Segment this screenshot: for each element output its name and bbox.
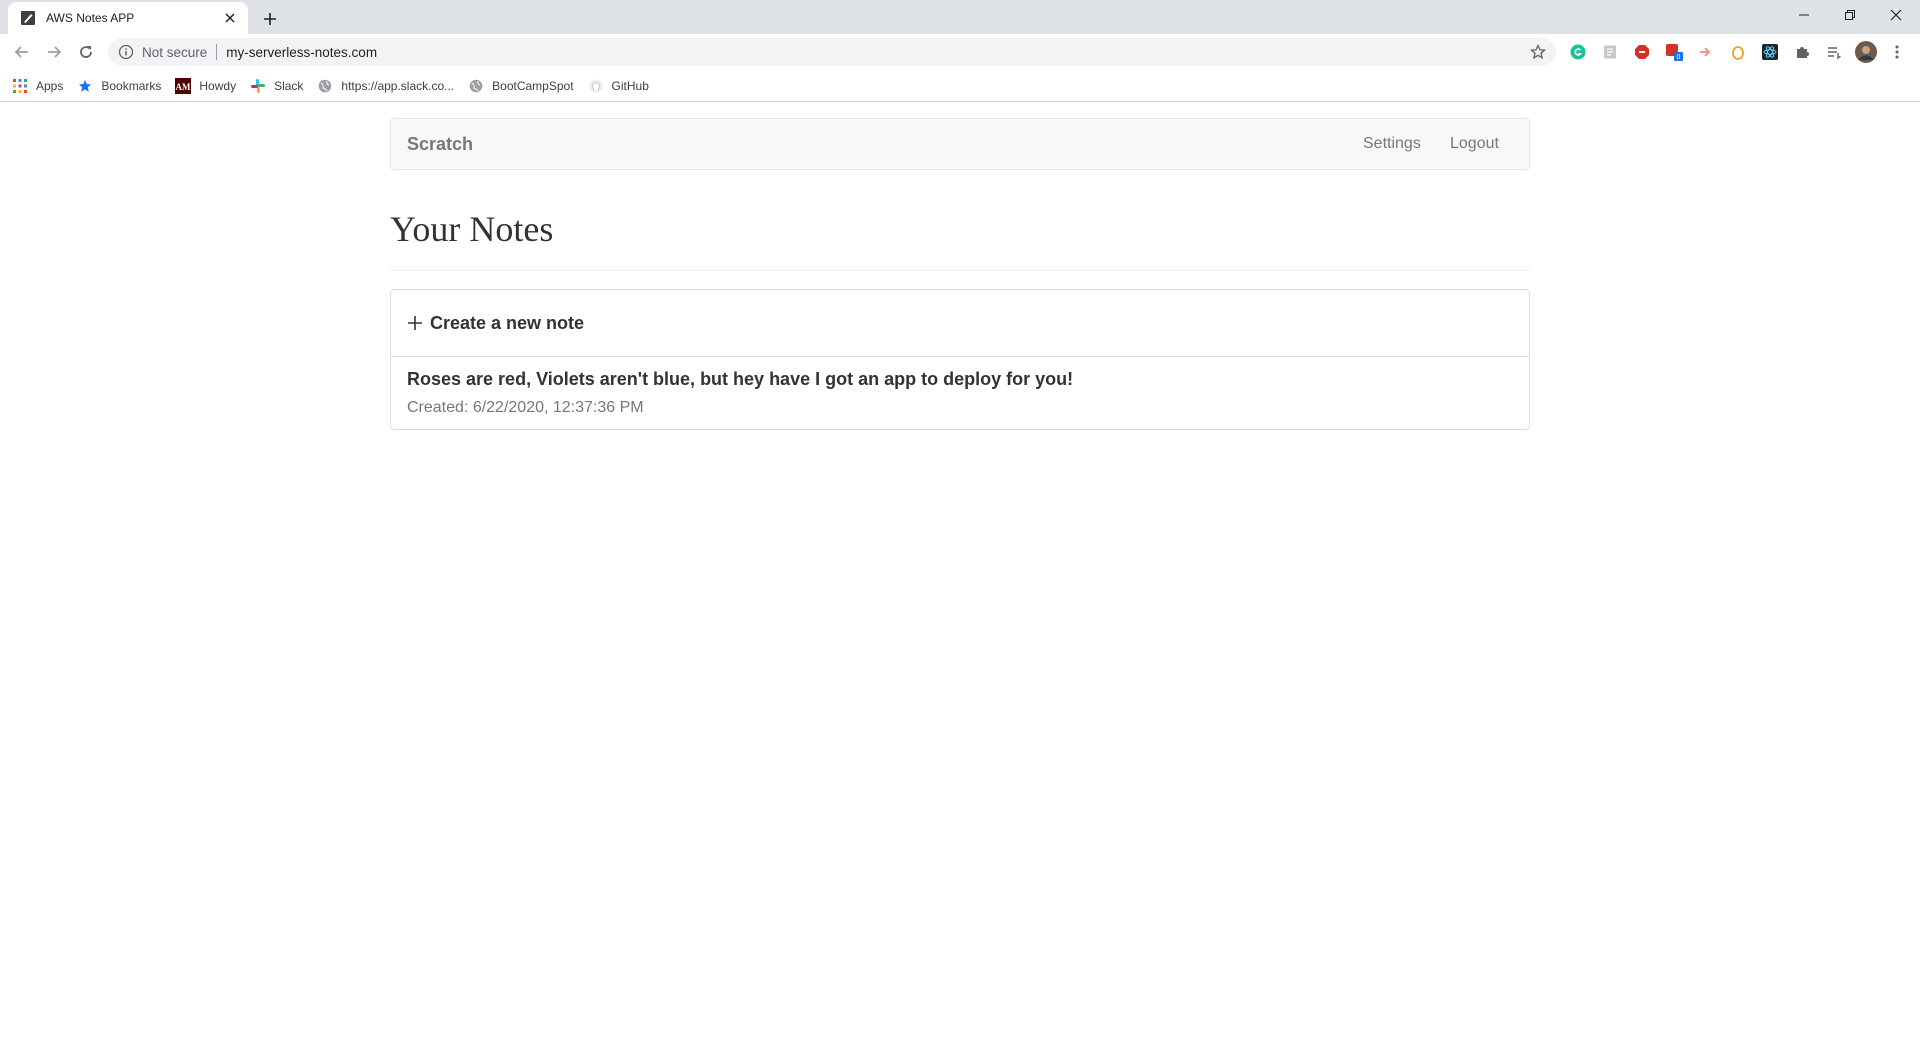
- browser-toolbar: Not secure my-serverless-notes.com 0: [0, 34, 1920, 70]
- bookmark-label: Slack: [274, 78, 304, 93]
- bookmark-github[interactable]: GitHub: [588, 74, 649, 98]
- globe-icon: [317, 78, 333, 94]
- omnibox-divider: [216, 44, 218, 60]
- reload-icon[interactable]: [72, 38, 100, 66]
- bookmarks-bar: Apps Bookmarks AM Howdy Slack https://ap…: [0, 70, 1920, 102]
- security-status[interactable]: Not secure: [142, 45, 207, 60]
- honey-extension-icon[interactable]: [1729, 43, 1747, 61]
- browser-tab[interactable]: AWS Notes APP: [8, 2, 248, 34]
- window-close-icon[interactable]: [1873, 0, 1919, 30]
- bookmark-bookmarks[interactable]: Bookmarks: [77, 74, 161, 98]
- page-title: Your Notes: [390, 209, 554, 249]
- bookmark-label: Bookmarks: [101, 78, 162, 93]
- bookmark-label: BootCampSpot: [492, 78, 574, 93]
- adblock-icon[interactable]: [1633, 43, 1651, 61]
- restore-icon[interactable]: [1827, 0, 1873, 30]
- tab-strip: AWS Notes APP: [0, 0, 1920, 34]
- bookmark-label: GitHub: [611, 78, 649, 93]
- badge-extension-icon[interactable]: 0: [1665, 43, 1683, 61]
- brand-link[interactable]: Scratch: [407, 134, 473, 155]
- bookmark-slack[interactable]: Slack: [250, 74, 303, 98]
- create-note-item[interactable]: Create a new note: [391, 290, 1529, 357]
- kebab-menu-icon[interactable]: [1888, 43, 1906, 61]
- profile-avatar[interactable]: [1855, 41, 1877, 63]
- back-arrow-icon[interactable]: [8, 38, 36, 66]
- bookmark-star-icon[interactable]: [1529, 43, 1547, 60]
- url-text[interactable]: my-serverless-notes.com: [226, 45, 377, 60]
- slack-icon: [250, 78, 266, 94]
- notes-list: Create a new note Roses are red, Violets…: [390, 289, 1530, 430]
- create-note-label: Create a new note: [430, 313, 585, 333]
- grammarly-icon[interactable]: [1569, 43, 1587, 61]
- forward-arrow-icon[interactable]: [40, 38, 68, 66]
- page-header: Your Notes: [390, 186, 1530, 271]
- globe-icon: [468, 78, 484, 94]
- apps-grid-icon: [12, 78, 28, 94]
- page-viewport: Scratch Settings Logout Your Notes Creat…: [0, 103, 1920, 1041]
- bookmark-label: Apps: [36, 78, 64, 93]
- bookmark-slack-app[interactable]: https://app.slack.co...: [317, 74, 454, 98]
- bookmark-label: https://app.slack.co...: [341, 78, 455, 93]
- note-list-item[interactable]: Roses are red, Violets aren't blue, but …: [391, 357, 1529, 429]
- extension-page-icon[interactable]: [1601, 43, 1619, 61]
- bookmark-label: Howdy: [199, 78, 237, 93]
- info-icon[interactable]: [118, 44, 134, 60]
- svg-text:0: 0: [1677, 54, 1681, 61]
- close-icon[interactable]: [222, 10, 238, 26]
- react-devtools-icon[interactable]: [1761, 43, 1779, 61]
- bookmark-bootcampspot[interactable]: BootCampSpot: [468, 74, 574, 98]
- arrow-extension-icon[interactable]: [1697, 43, 1715, 61]
- pencil-note-icon: [20, 10, 36, 26]
- new-tab-button[interactable]: [256, 5, 284, 33]
- minimize-icon[interactable]: [1781, 0, 1827, 30]
- bookmark-howdy[interactable]: AM Howdy: [175, 74, 236, 98]
- settings-link[interactable]: Settings: [1363, 135, 1421, 153]
- plus-icon: [407, 314, 423, 332]
- bookmark-apps[interactable]: Apps: [12, 74, 63, 98]
- howdy-icon: AM: [175, 77, 192, 94]
- logout-link[interactable]: Logout: [1450, 135, 1499, 153]
- svg-text:AM: AM: [176, 82, 191, 92]
- puzzle-icon[interactable]: [1793, 43, 1811, 61]
- address-bar[interactable]: Not secure my-serverless-notes.com: [108, 38, 1556, 66]
- note-title: Roses are red, Violets aren't blue, but …: [407, 369, 1074, 389]
- star-icon: [77, 78, 93, 94]
- app-navbar: Scratch Settings Logout: [390, 118, 1530, 170]
- tab-title: AWS Notes APP: [46, 11, 135, 25]
- github-icon: [588, 78, 604, 94]
- reading-list-icon[interactable]: [1825, 43, 1843, 61]
- note-created-date: Created: 6/22/2020, 12:37:36 PM: [407, 399, 644, 416]
